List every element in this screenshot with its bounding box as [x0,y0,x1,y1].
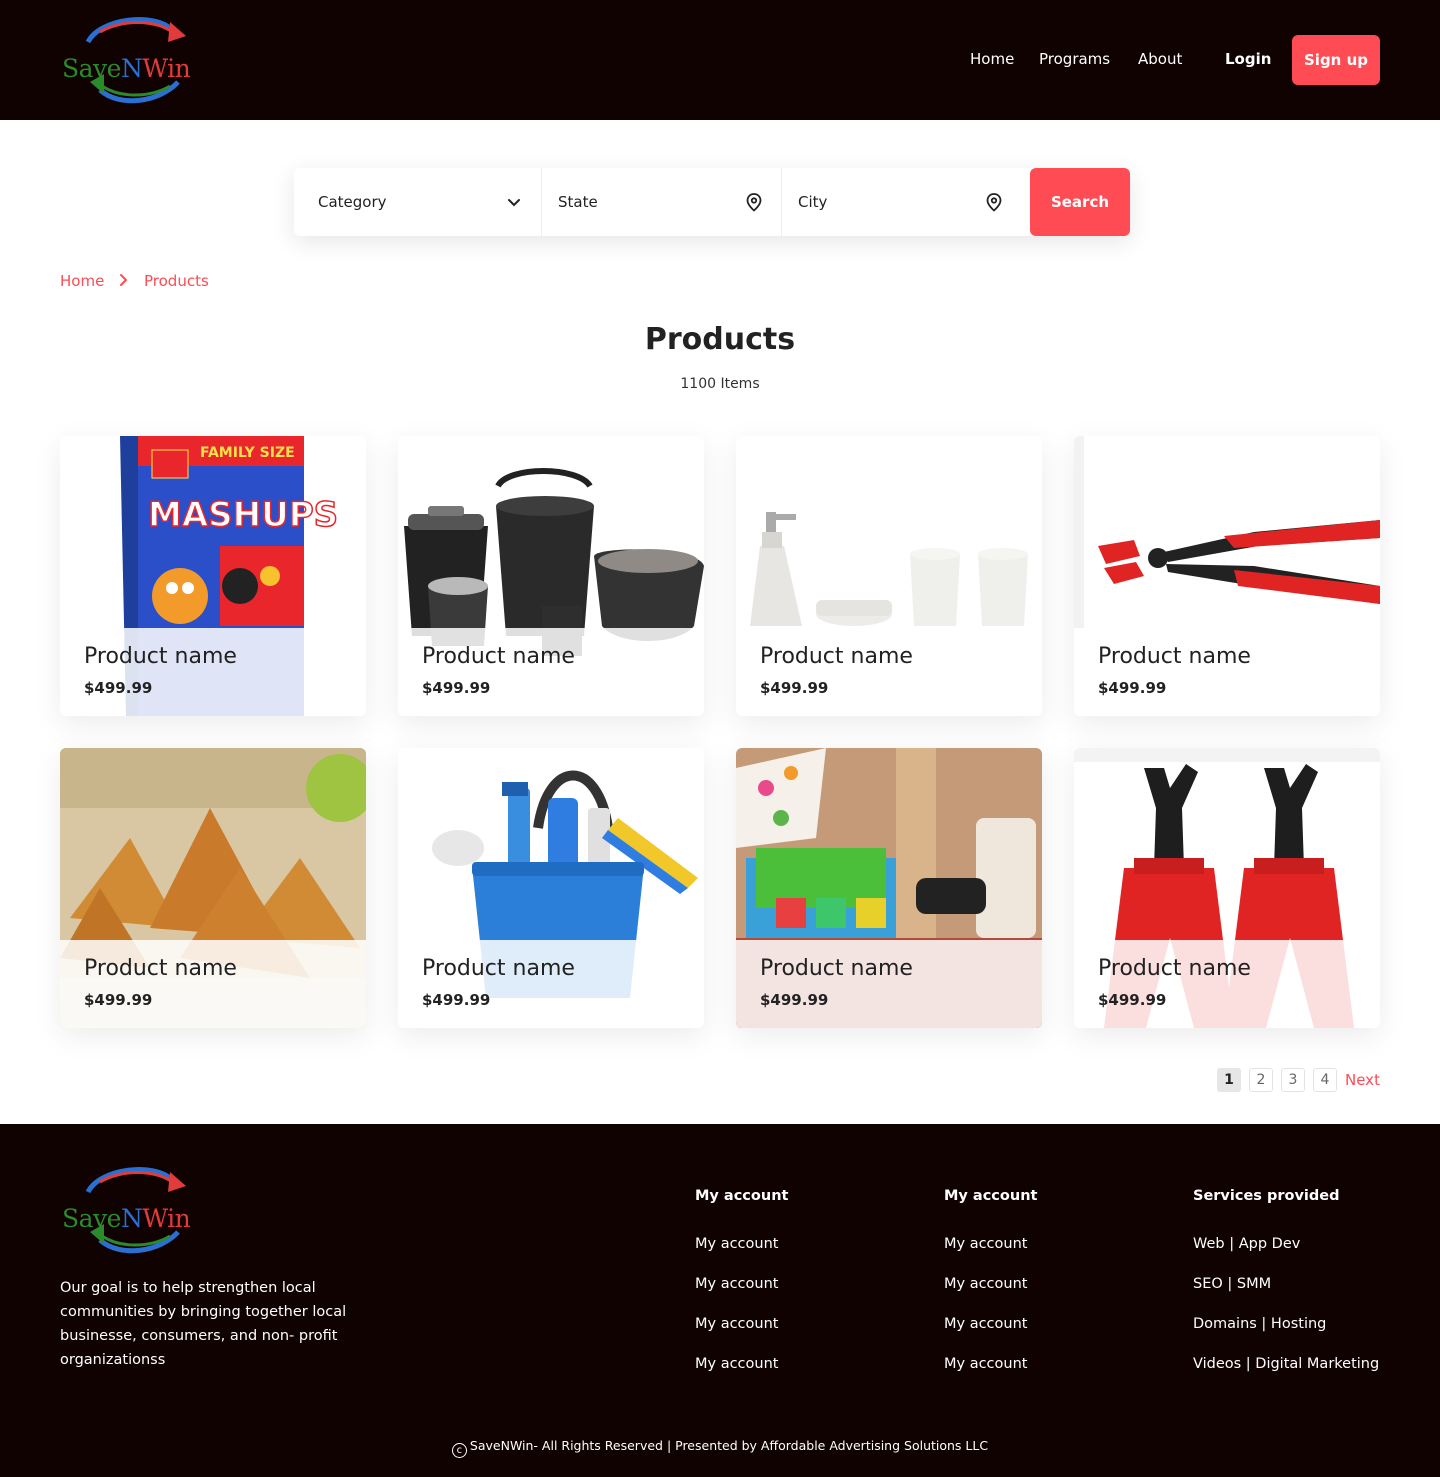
footer-col3-title: Services provided [1193,1188,1340,1204]
brand-part-win: Win [142,54,191,83]
search-divider [541,168,542,236]
brand-part-n: N [120,1204,143,1233]
footer-link[interactable]: My account [944,1316,1027,1332]
card-caption-bg [1074,940,1380,1028]
footer-link[interactable]: Web | App Dev [1193,1236,1300,1252]
footer-link[interactable]: Domains | Hosting [1193,1316,1326,1332]
product-card[interactable]: Product name $499.99 [398,436,704,716]
copyright-icon: c [451,1443,467,1458]
card-caption-bg [398,940,704,1028]
card-caption-bg [736,940,1042,1028]
location-pin-icon [986,193,1002,212]
next-page-link[interactable]: Next [1345,1071,1380,1089]
chevron-right-icon [120,274,128,286]
state-label: State [558,193,598,211]
nav-about[interactable]: About [1138,50,1182,68]
footer-link[interactable]: My account [695,1356,778,1372]
page-4-button[interactable]: 4 [1313,1068,1337,1092]
product-card[interactable]: Product name $499.99 [736,748,1042,1028]
search-divider [781,168,782,236]
footer-link[interactable]: My account [695,1236,778,1252]
product-price: $499.99 [84,991,153,1009]
signup-button[interactable]: Sign up [1292,35,1380,85]
footer-link[interactable]: My account [695,1276,778,1292]
footer-about-text: Our goal is to help strengthen local com… [60,1280,347,1368]
site-header: SaveNWin Home Programs About Login Sign … [0,0,1440,120]
card-caption-bg [60,940,366,1028]
product-card[interactable]: Product name $499.99 [736,436,1042,716]
product-name[interactable]: Product name [84,644,237,669]
brand-name: SaveNWin [62,54,191,83]
item-count: 1100 Items [680,376,760,392]
copyright-text: c SaveNWin- All Rights Reserved | Present… [0,1438,1440,1458]
svg-text:MASHUPS: MASHUPS [148,495,338,535]
product-name[interactable]: Product name [1098,644,1251,669]
brand-part-save: Save [62,1204,121,1233]
product-price: $499.99 [422,679,491,697]
product-name[interactable]: Product name [1098,956,1251,981]
product-price: $499.99 [422,991,491,1009]
footer-col2-title: My account [944,1188,1038,1204]
city-field[interactable]: City [798,168,978,236]
location-pin-icon [746,193,762,212]
footer-link[interactable]: My account [944,1236,1027,1252]
search-button[interactable]: Search [1030,168,1130,236]
product-price: $499.99 [1098,991,1167,1009]
product-name[interactable]: Product name [422,644,575,669]
breadcrumb-home[interactable]: Home [60,272,104,290]
category-label: Category [318,193,387,211]
nav-programs[interactable]: Programs [1039,50,1110,68]
brand-part-save: Save [62,54,121,83]
footer-link[interactable]: Videos | Digital Marketing [1193,1356,1379,1372]
product-price: $499.99 [760,679,829,697]
page-title: Products [644,322,796,357]
card-caption-bg [736,628,1042,716]
footer-link[interactable]: My account [944,1276,1027,1292]
product-price: $499.99 [84,679,153,697]
card-caption-bg [398,628,704,716]
footer-link[interactable]: SEO | SMM [1193,1276,1271,1292]
state-field[interactable]: State [558,168,738,236]
login-link[interactable]: Login [1225,50,1271,68]
footer-col1-title: My account [695,1188,789,1204]
product-name[interactable]: Product name [422,956,575,981]
chevron-down-icon[interactable] [504,192,524,212]
footer-logo[interactable]: SaveNWin [60,1162,200,1258]
product-card[interactable]: Product name $499.99 [60,748,366,1028]
brand-name: SaveNWin [62,1204,191,1233]
page-1-button[interactable]: 1 [1217,1068,1241,1092]
product-name[interactable]: Product name [760,644,913,669]
product-card[interactable]: FAMILY SIZE MASHUPS Product name $499.99 [60,436,366,716]
product-card[interactable]: Product name $499.99 [1074,748,1380,1028]
product-price: $499.99 [760,991,829,1009]
breadcrumb-current: Products [144,272,209,290]
site-footer: SaveNWin Our goal is to help strengthen … [0,1124,1440,1477]
brand-part-win: Win [142,1204,191,1233]
category-select[interactable]: Category [318,168,518,236]
card-caption-bg [60,628,366,716]
product-name[interactable]: Product name [84,956,237,981]
footer-link[interactable]: My account [944,1356,1027,1372]
nav-home[interactable]: Home [970,50,1014,68]
page-2-button[interactable]: 2 [1249,1068,1273,1092]
brand-logo[interactable]: SaveNWin [60,12,200,108]
product-card[interactable]: Product name $499.99 [398,748,704,1028]
card-caption-bg [1074,628,1380,716]
product-price: $499.99 [1098,679,1167,697]
product-name[interactable]: Product name [760,956,913,981]
svg-text:FAMILY SIZE: FAMILY SIZE [200,445,295,461]
copyright-label: SaveNWin- All Rights Reserved | Presente… [469,1438,989,1453]
product-card[interactable]: Product name $499.99 [1074,436,1380,716]
brand-part-n: N [120,54,143,83]
footer-link[interactable]: My account [695,1316,778,1332]
page-3-button[interactable]: 3 [1281,1068,1305,1092]
city-label: City [798,193,828,211]
search-bar: Category State City Search [294,168,1130,236]
